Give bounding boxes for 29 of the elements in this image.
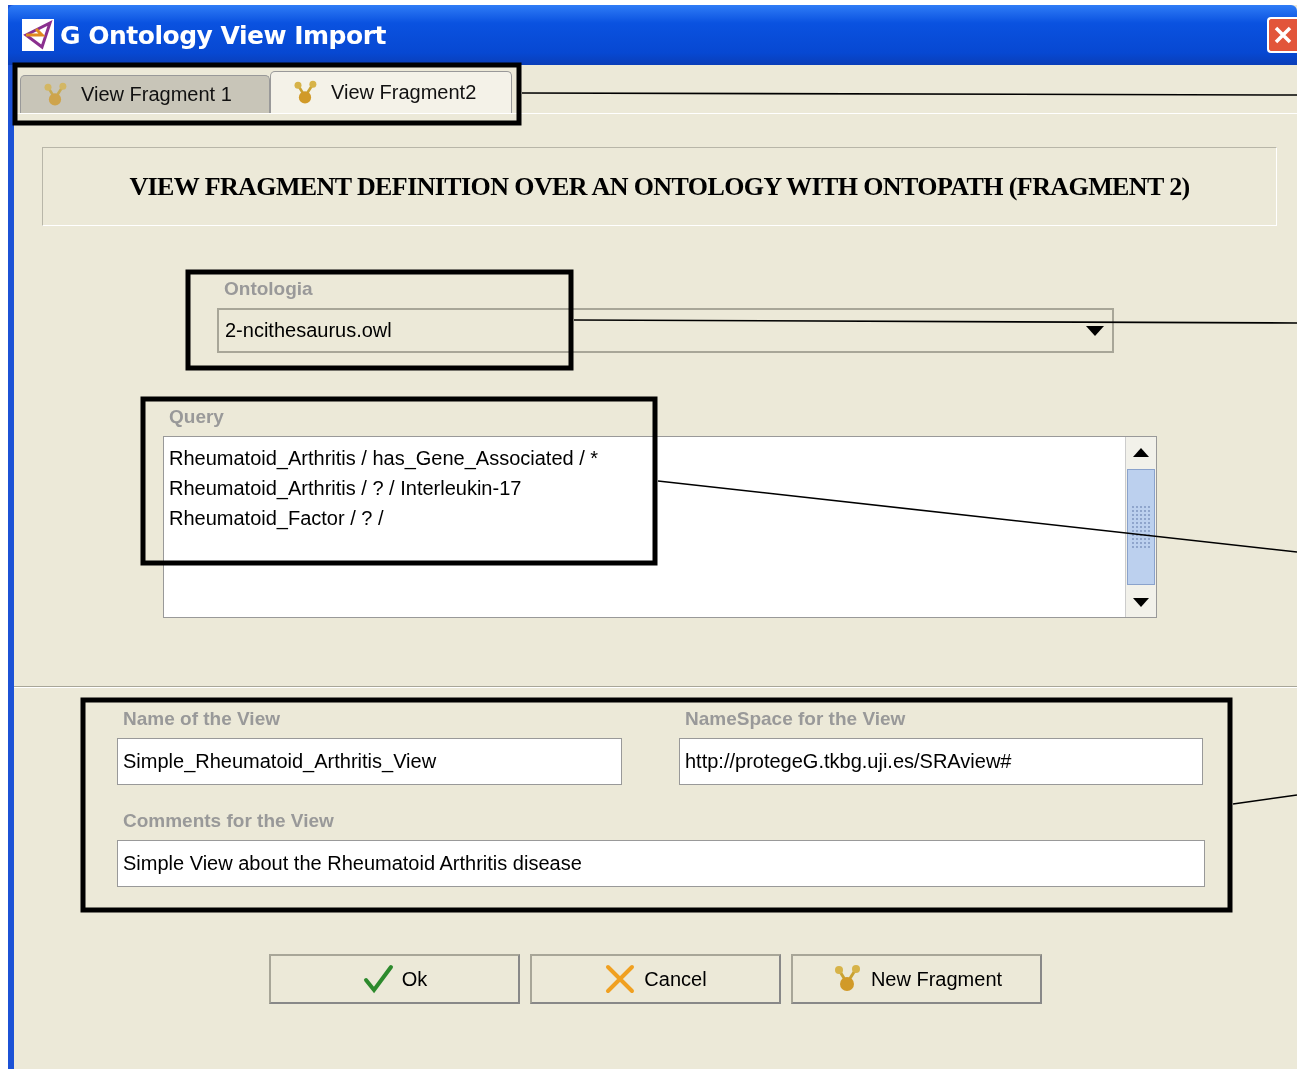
namespace-field[interactable]: http://protegeG.tkbg.uji.es/SRAview# — [679, 738, 1203, 785]
dialog-button[interactable]: Ok — [269, 954, 520, 1004]
field-label: Query — [169, 406, 225, 428]
query-field[interactable]: Rheumatoid_Arthritis / has_Gene_Associated / * Rheumatoid_Arthritis / ? / Interleukin-17 Rheumatoid_Factor / ? / — [163, 436, 1157, 618]
close-icon — [1273, 25, 1293, 45]
field-label: NameSpace for the View — [685, 708, 907, 730]
scroll-down-icon[interactable] — [1133, 597, 1149, 607]
dialog-button[interactable]: Cancel — [530, 954, 781, 1004]
ontology-dropdown[interactable]: 2-ncithesaurus.owl — [217, 308, 1114, 353]
section-heading: VIEW FRAGMENT DEFINITION OVER AN ONTOLOGY WITH ONTOPATH (FRAGMENT 2) — [42, 147, 1277, 226]
app-logo-icon — [22, 19, 54, 51]
field-label: Name of the View — [123, 708, 281, 730]
window-title: G Ontology View Import — [60, 20, 387, 50]
field-label: Comments for the View — [123, 810, 335, 832]
grip-icon — [1131, 505, 1151, 549]
scroll-up-icon[interactable] — [1133, 447, 1149, 457]
comments-field[interactable]: Simple View about the Rheumatoid Arthritis disease — [117, 840, 1205, 887]
dropdown-arrow-icon — [1086, 325, 1104, 336]
scroll-thumb[interactable] — [1127, 469, 1155, 585]
cross-icon — [604, 963, 637, 995]
tab[interactable]: View Fragment2 — [270, 71, 512, 113]
close-button[interactable] — [1267, 17, 1297, 53]
scrollbar[interactable] — [1125, 437, 1156, 617]
tab[interactable]: View Fragment 1 — [20, 75, 270, 113]
field-label: Ontologia — [224, 278, 314, 300]
leader-line — [1232, 794, 1297, 805]
dialog-button[interactable]: New Fragment — [791, 954, 1042, 1004]
check-icon — [361, 963, 394, 995]
view-name-field[interactable]: Simple_Rheumatoid_Arthritis_View — [117, 738, 622, 785]
